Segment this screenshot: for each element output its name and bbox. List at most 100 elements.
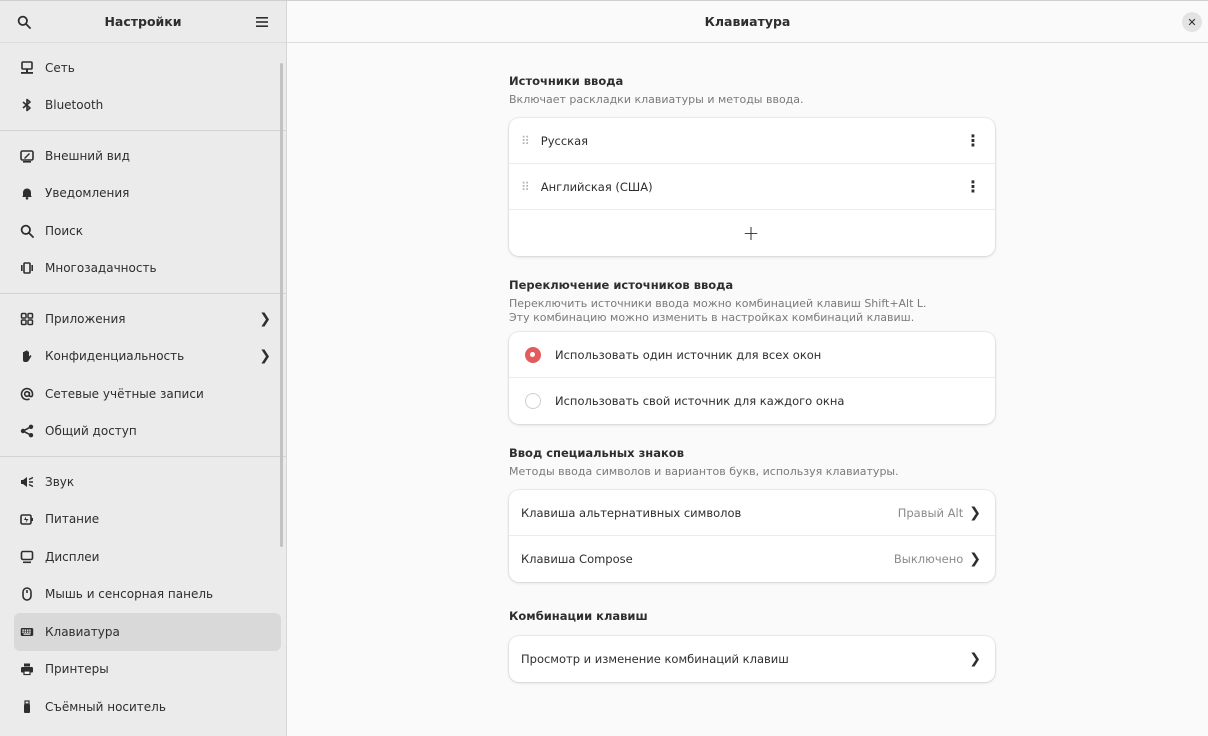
page-title: Клавиатура bbox=[704, 14, 791, 29]
chevron-right-icon: ❯ bbox=[259, 348, 271, 365]
sidebar-list: Сеть Bluetooth Внешний вид Уведомления Поиск… bbox=[0, 43, 286, 726]
input-source-row[interactable]: ⠿ Английская (США) ⋮ bbox=[509, 164, 995, 210]
input-source-row[interactable]: ⠿ Русская ⋮ bbox=[509, 118, 995, 164]
apps-grid-icon bbox=[19, 311, 35, 327]
shortcuts-title: Комбинации клавиш bbox=[509, 609, 648, 623]
speaker-icon bbox=[19, 474, 35, 490]
kebab-menu-icon[interactable]: ⋮ bbox=[965, 178, 981, 195]
drag-handle-icon[interactable]: ⠿ bbox=[521, 180, 530, 194]
power-icon bbox=[19, 511, 35, 527]
drag-handle-icon[interactable]: ⠿ bbox=[521, 134, 530, 148]
chevron-right-icon: ❯ bbox=[969, 551, 981, 567]
keyboard-icon bbox=[19, 624, 35, 640]
radio-row-per-window[interactable]: Использовать свой источник для каждого о… bbox=[509, 378, 995, 424]
row-value: Выключено bbox=[893, 552, 964, 566]
switching-description: Переключить источники ввода можно комбин… bbox=[509, 297, 995, 325]
view-shortcuts-row[interactable]: Просмотр и изменение комбинаций клавиш ❯ bbox=[509, 636, 995, 682]
sidebar-item-label: Уведомления bbox=[45, 186, 130, 201]
bluetooth-icon bbox=[19, 97, 35, 113]
switching-description-line: Переключить источники ввода можно комбин… bbox=[509, 297, 927, 310]
sidebar-item-label: Питание bbox=[45, 512, 100, 527]
hand-icon bbox=[19, 348, 35, 364]
sidebar-item-label: Клавиатура bbox=[45, 624, 120, 639]
keyboard-settings-content: Источники ввода Включает раскладки клави… bbox=[509, 43, 995, 682]
sidebar-item-label: Принтеры bbox=[45, 662, 109, 677]
sidebar-item-search[interactable]: Поиск bbox=[14, 212, 281, 250]
sidebar-item-online-accounts[interactable]: Сетевые учётные записи bbox=[14, 375, 281, 413]
sidebar-item-label: Сетевые учётные записи bbox=[45, 386, 204, 401]
sidebar-separator bbox=[0, 456, 286, 457]
sidebar-item-label: Конфиденциальность bbox=[45, 349, 185, 364]
main-header: Клавиатура ✕ bbox=[287, 1, 1208, 43]
sidebar-item-removable[interactable]: Съёмный носитель bbox=[14, 688, 281, 726]
sidebar-item-power[interactable]: Питание bbox=[14, 501, 281, 539]
close-button[interactable]: ✕ bbox=[1182, 12, 1202, 32]
chevron-right-icon: ❯ bbox=[969, 504, 981, 521]
switching-card: Использовать один источник для всех окон… bbox=[509, 332, 995, 424]
chevron-right-icon: ❯ bbox=[969, 651, 981, 667]
compose-key-row[interactable]: Клавиша Compose Выключено ❯ bbox=[509, 536, 995, 582]
radio-row-shared[interactable]: Использовать один источник для всех окон bbox=[509, 332, 995, 378]
sidebar-item-label: Приложения bbox=[45, 311, 126, 326]
at-sign-icon bbox=[19, 386, 35, 402]
main-menu-button[interactable] bbox=[250, 10, 274, 34]
sidebar-scrollbar[interactable] bbox=[280, 63, 283, 547]
kebab-menu-icon[interactable]: ⋮ bbox=[965, 132, 981, 149]
input-source-label: Русская bbox=[540, 133, 589, 148]
switching-title: Переключение источников ввода bbox=[509, 278, 734, 292]
sidebar-item-label: Съёмный носитель bbox=[45, 699, 166, 714]
special-chars-card: Клавиша альтернативных символов Правый A… bbox=[509, 490, 995, 582]
input-sources-card: ⠿ Русская ⋮ ⠿ Английская (США) ⋮ + bbox=[509, 118, 995, 256]
search-button[interactable] bbox=[12, 10, 36, 34]
row-label: Просмотр и изменение комбинаций клавиш bbox=[521, 652, 789, 666]
switching-description-line: Эту комбинацию можно изменить в настройк… bbox=[509, 311, 915, 324]
radio-button-checked[interactable] bbox=[525, 346, 541, 363]
radio-label: Использовать свой источник для каждого о… bbox=[555, 394, 845, 408]
multitasking-icon bbox=[19, 260, 35, 276]
hamburger-menu-icon bbox=[256, 16, 268, 27]
sidebar-item-sound[interactable]: Звук bbox=[14, 463, 281, 501]
sidebar-item-notifications[interactable]: Уведомления bbox=[14, 175, 281, 213]
row-value: Правый Alt bbox=[897, 505, 964, 520]
sidebar-item-label: Дисплеи bbox=[45, 549, 100, 564]
alternate-chars-key-row[interactable]: Клавиша альтернативных символов Правый A… bbox=[509, 490, 995, 536]
radio-button[interactable] bbox=[525, 393, 541, 409]
input-source-label: Английская (США) bbox=[540, 179, 653, 194]
sidebar-item-network[interactable]: Сеть bbox=[14, 49, 281, 87]
sidebar-item-appearance[interactable]: Внешний вид bbox=[14, 137, 281, 175]
bell-icon bbox=[19, 185, 35, 201]
add-input-source-button[interactable]: + bbox=[509, 210, 995, 256]
row-label: Клавиша альтернативных символов bbox=[521, 505, 742, 520]
sidebar-separator bbox=[0, 293, 286, 294]
main-panel: Клавиатура ✕ Источники ввода Включает ра… bbox=[287, 1, 1208, 736]
sidebar-item-label: Bluetooth bbox=[45, 98, 104, 113]
usb-icon bbox=[19, 699, 35, 715]
mouse-icon bbox=[19, 586, 35, 602]
sidebar-item-label: Внешний вид bbox=[45, 148, 130, 163]
sidebar-item-printers[interactable]: Принтеры bbox=[14, 651, 281, 689]
sidebar-item-apps[interactable]: Приложения ❯ bbox=[14, 300, 281, 338]
special-chars-description: Методы ввода символов и вариантов букв, … bbox=[509, 465, 899, 478]
shortcuts-card: Просмотр и изменение комбинаций клавиш ❯ bbox=[509, 636, 995, 682]
share-icon bbox=[19, 423, 35, 439]
settings-window: Настройки Сеть Bluetooth Внешний вид Уведом… bbox=[0, 0, 1208, 736]
sidebar-separator bbox=[0, 130, 286, 131]
sidebar-item-bluetooth[interactable]: Bluetooth bbox=[14, 87, 281, 125]
network-icon bbox=[19, 60, 35, 76]
printer-icon bbox=[19, 661, 35, 677]
sidebar-item-mouse[interactable]: Мышь и сенсорная панель bbox=[14, 576, 281, 614]
sidebar-item-displays[interactable]: Дисплеи bbox=[14, 538, 281, 576]
sidebar: Настройки Сеть Bluetooth Внешний вид Уведом… bbox=[0, 1, 287, 736]
radio-label: Использовать один источник для всех окон bbox=[555, 347, 822, 362]
sidebar-item-privacy[interactable]: Конфиденциальность ❯ bbox=[14, 338, 281, 376]
search-icon bbox=[17, 15, 31, 29]
plus-icon: + bbox=[742, 221, 760, 245]
close-icon: ✕ bbox=[1187, 15, 1197, 29]
sidebar-item-keyboard[interactable]: Клавиатура bbox=[14, 613, 281, 651]
sidebar-item-label: Сеть bbox=[45, 60, 75, 75]
sidebar-item-sharing[interactable]: Общий доступ bbox=[14, 413, 281, 451]
chevron-right-icon: ❯ bbox=[259, 310, 271, 327]
sidebar-item-multitasking[interactable]: Многозадачность bbox=[14, 250, 281, 288]
sidebar-item-label: Звук bbox=[45, 474, 75, 489]
sidebar-item-label: Мышь и сенсорная панель bbox=[45, 587, 214, 602]
